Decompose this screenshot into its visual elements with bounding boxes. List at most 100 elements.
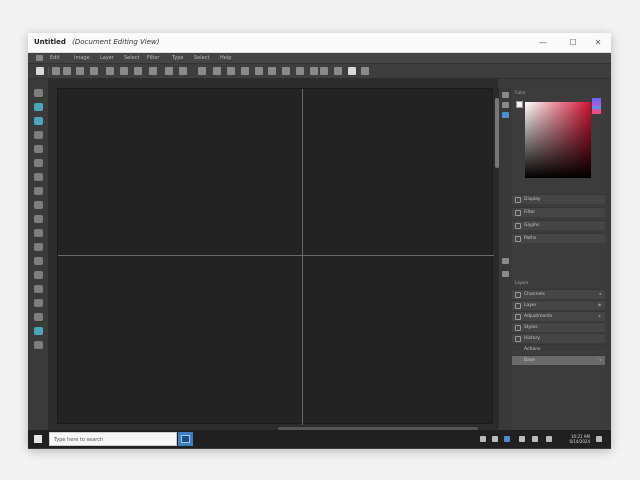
panel-row-label: Glyphs: [524, 223, 540, 228]
menu-item[interactable]: Edit: [50, 55, 60, 61]
divider: [48, 67, 49, 76]
battery-icon[interactable]: [532, 436, 538, 442]
align-center-icon[interactable]: [213, 67, 221, 75]
select-icon[interactable]: [76, 67, 84, 75]
foreground-swatch[interactable]: [516, 101, 523, 108]
panel-row[interactable]: Filter: [512, 207, 605, 217]
marquee-tool-icon[interactable]: [34, 103, 43, 111]
lasso-tool-icon[interactable]: [34, 117, 43, 125]
panel-row[interactable]: Paths: [512, 233, 605, 243]
taskbar-clock[interactable]: 10:21 AM 6/14/2024: [568, 434, 590, 444]
libraries-icon[interactable]: [502, 258, 509, 264]
hand-icon[interactable]: [34, 313, 43, 321]
canvas-area: Untitled @ 100% (RGB/8): [49, 79, 498, 431]
align-left-icon[interactable]: [198, 67, 206, 75]
move-tool-icon[interactable]: [36, 67, 44, 75]
menu-item[interactable]: Type: [172, 55, 183, 61]
horizontal-guide[interactable]: [58, 255, 494, 256]
wifi-icon[interactable]: [546, 436, 552, 442]
chat-icon[interactable]: [492, 436, 498, 442]
3d-mode-icon[interactable]: [348, 67, 356, 75]
windows-start-icon[interactable]: [34, 435, 42, 443]
quick-select-icon[interactable]: [34, 131, 43, 139]
link-icon[interactable]: [320, 67, 328, 75]
volume-icon[interactable]: [519, 436, 525, 442]
menu-item[interactable]: Filter: [147, 55, 159, 61]
transform-icon[interactable]: [268, 67, 276, 75]
pencil-icon[interactable]: [361, 67, 369, 75]
marquee-icon[interactable]: [52, 67, 60, 75]
adjustments-icon[interactable]: [502, 271, 509, 277]
stamp-icon[interactable]: [134, 67, 142, 75]
canvas[interactable]: [57, 88, 494, 425]
network-icon[interactable]: [480, 436, 486, 442]
document-tab[interactable]: Untitled @ 100% (RGB/8): [57, 81, 147, 97]
vertical-guide[interactable]: [302, 89, 303, 425]
eraser-icon[interactable]: [34, 229, 43, 237]
align-right-icon[interactable]: [227, 67, 235, 75]
flip-icon[interactable]: [296, 67, 304, 75]
text-tool-icon[interactable]: [34, 271, 43, 279]
layer-row[interactable]: History: [512, 333, 605, 343]
arrange-icon[interactable]: [255, 67, 263, 75]
taskbar-search-input[interactable]: Type here to search: [49, 432, 177, 446]
path-icon[interactable]: [179, 67, 187, 75]
healing-icon[interactable]: [34, 173, 43, 181]
layer-row-selected[interactable]: Base ◂: [512, 355, 605, 365]
layer-row[interactable]: Adjustments ▸: [512, 311, 605, 321]
pen-icon[interactable]: [165, 67, 173, 75]
maximize-button[interactable]: ☐: [566, 37, 580, 49]
lasso-icon[interactable]: [63, 67, 71, 75]
taskbar-app-button[interactable]: [178, 432, 193, 446]
adjustment-icon: [515, 314, 521, 320]
layer-row[interactable]: Actions: [512, 344, 605, 354]
move-tool-icon[interactable]: [34, 89, 43, 97]
scrollbar-thumb[interactable]: [495, 98, 499, 168]
layer-row-label: Styles: [524, 325, 538, 330]
slice-icon[interactable]: [106, 67, 114, 75]
rotate-icon[interactable]: [310, 67, 318, 75]
layers-panel-header[interactable]: Layers: [512, 280, 605, 287]
menu-item[interactable]: Image: [74, 55, 90, 61]
history-icon[interactable]: [502, 92, 509, 98]
shape-icon[interactable]: [34, 299, 43, 307]
menu-item[interactable]: Help: [220, 55, 231, 61]
menu-item[interactable]: Layer: [100, 55, 114, 61]
eyedropper-icon[interactable]: [34, 159, 43, 167]
layer-row[interactable]: Channels ◂: [512, 289, 605, 299]
text-icon[interactable]: [334, 67, 342, 75]
minimize-button[interactable]: —: [536, 37, 550, 49]
vertical-scrollbar[interactable]: [495, 88, 499, 428]
color-picker-field[interactable]: [525, 102, 591, 178]
close-button[interactable]: ✕: [591, 37, 605, 49]
color-panel-icon[interactable]: [502, 112, 509, 118]
panel-row[interactable]: Display: [512, 194, 605, 204]
menu-item[interactable]: Select: [124, 55, 139, 61]
gradient-icon[interactable]: [34, 243, 43, 251]
layer-row[interactable]: Layer ▪: [512, 300, 605, 310]
properties-icon[interactable]: [502, 102, 509, 108]
crop-tool-icon[interactable]: [34, 145, 43, 153]
zoom-icon[interactable]: [34, 327, 43, 335]
layer-row-end: ▸: [598, 314, 601, 319]
title-bar: Untitled (Document Editing View) — ☐ ✕: [28, 33, 611, 53]
panel-row-label: Paths: [524, 236, 537, 241]
pen-tool-icon[interactable]: [34, 257, 43, 265]
layer-row[interactable]: Styles: [512, 322, 605, 332]
brush-tool-icon[interactable]: [34, 187, 43, 195]
path-select-icon[interactable]: [34, 285, 43, 293]
color-panel-header[interactable]: Color: [512, 90, 605, 97]
panel-row[interactable]: Glyphs: [512, 220, 605, 230]
store-icon[interactable]: [504, 436, 510, 442]
menu-item[interactable]: Select: [194, 55, 209, 61]
history-brush-icon[interactable]: [34, 215, 43, 223]
brush-icon[interactable]: [120, 67, 128, 75]
quick-mask-icon[interactable]: [34, 341, 43, 349]
hue-slider-handle[interactable]: [592, 106, 601, 109]
ellipse-icon[interactable]: [149, 67, 157, 75]
crop-icon[interactable]: [90, 67, 98, 75]
notifications-icon[interactable]: [596, 436, 602, 442]
distribute-icon[interactable]: [241, 67, 249, 75]
clone-stamp-icon[interactable]: [34, 201, 43, 209]
warp-icon[interactable]: [282, 67, 290, 75]
